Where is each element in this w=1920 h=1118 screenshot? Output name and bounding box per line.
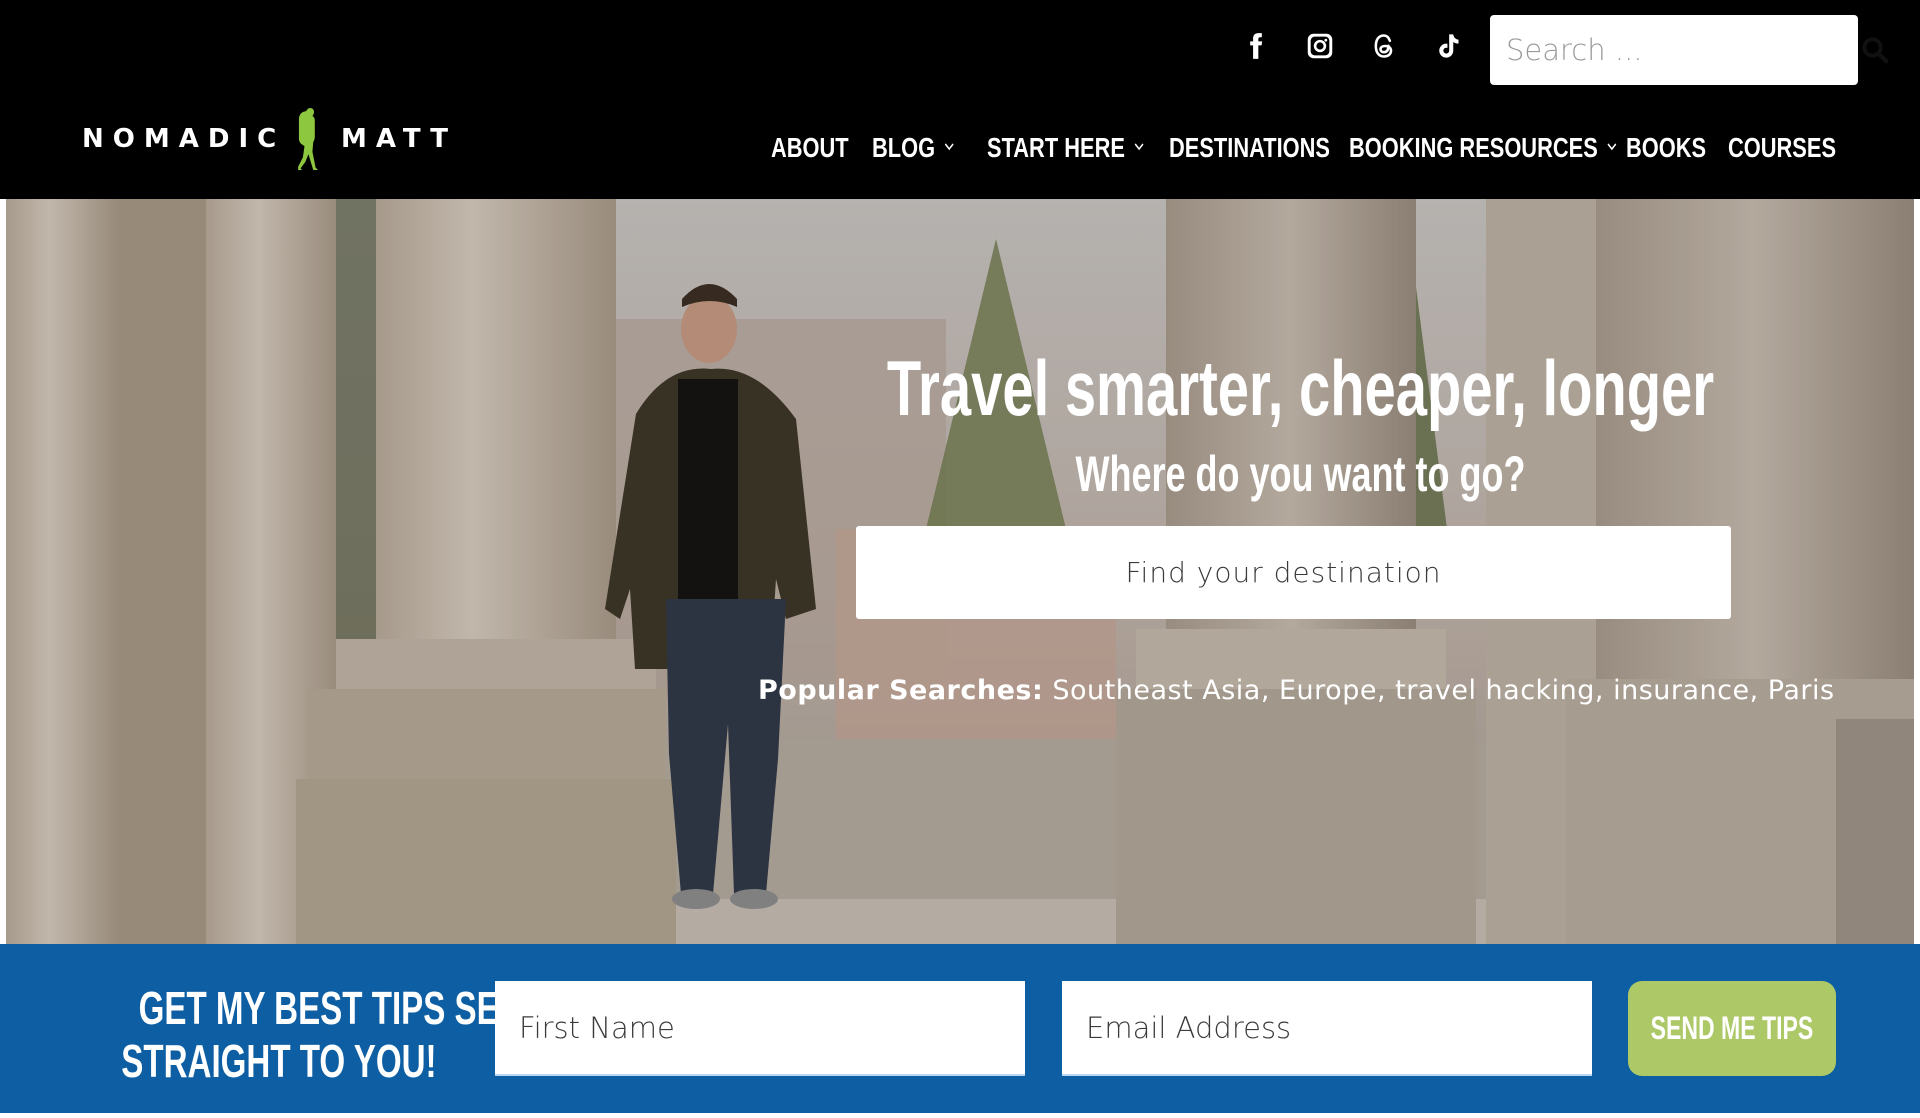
nav-label: DESTINATIONS — [1169, 132, 1330, 163]
tiktok-icon — [1439, 34, 1459, 58]
hero-title: Travel smarter, cheaper, longer — [886, 344, 1714, 432]
hero-subtitle: Where do you want to go? — [1075, 446, 1525, 502]
site-search-input[interactable] — [1490, 33, 1860, 67]
popular-search-link[interactable]: travel hacking — [1395, 675, 1595, 706]
nav-label: BOOKING RESOURCES — [1349, 132, 1598, 163]
search-icon — [1862, 37, 1889, 64]
nav-item-about[interactable]: ABOUT — [771, 128, 872, 168]
site-search — [1490, 15, 1889, 85]
newsletter-optin: GET MY BEST TIPS SENT STRAIGHT TO YOU! S… — [0, 944, 1920, 1113]
facebook-link[interactable] — [1240, 30, 1272, 62]
instagram-link[interactable] — [1304, 30, 1336, 62]
nav-item-blog[interactable]: BLOG — [872, 128, 987, 168]
instagram-icon — [1307, 33, 1333, 59]
facebook-icon — [1250, 33, 1263, 59]
nav-label: BLOG — [872, 132, 936, 163]
nav-item-courses[interactable]: COURSES — [1728, 128, 1838, 168]
site-logo[interactable]: NOMADIC MATT — [82, 98, 457, 180]
logo-word-left: NOMADIC — [82, 124, 286, 154]
hero-section: Travel smarter, cheaper, longer Where do… — [6, 199, 1914, 944]
popular-search-link[interactable]: Paris — [1768, 675, 1835, 706]
nav-label: BOOKS — [1626, 132, 1707, 163]
nav-label: COURSES — [1728, 132, 1837, 163]
tiktok-link[interactable] — [1432, 30, 1464, 62]
destination-search — [856, 526, 1731, 619]
nav-item-destinations[interactable]: DESTINATIONS — [1169, 128, 1349, 168]
popular-searches-label: Popular Searches: — [758, 675, 1044, 706]
chevron-down-icon — [944, 143, 954, 151]
popular-search-link[interactable]: Europe — [1279, 675, 1377, 706]
search-submit-button[interactable] — [1860, 15, 1890, 85]
backpacker-icon — [298, 108, 319, 170]
logo-word-right: MATT — [340, 124, 457, 154]
social-links — [1240, 30, 1464, 62]
popular-searches: Popular Searches: Southeast Asia, Europe… — [758, 675, 1835, 706]
nav-label: START HERE — [987, 132, 1125, 163]
popular-search-link[interactable]: insurance — [1613, 675, 1750, 706]
threads-link[interactable] — [1368, 30, 1400, 62]
send-me-tips-button[interactable]: SEND ME TIPS — [1628, 981, 1836, 1076]
nav-item-books[interactable]: BOOKS — [1626, 128, 1728, 168]
popular-search-link[interactable]: Southeast Asia — [1052, 675, 1260, 706]
chevron-down-icon — [1607, 143, 1617, 151]
optin-heading: GET MY BEST TIPS SENT STRAIGHT TO YOU! — [121, 982, 543, 1087]
first-name-field[interactable] — [495, 981, 1025, 1076]
destination-search-input[interactable] — [856, 526, 1731, 619]
threads-icon — [1374, 34, 1393, 58]
nav-label: ABOUT — [771, 132, 849, 163]
main-nav: ABOUT BLOG START HERE DESTINATIONS BOOKI… — [771, 128, 1838, 168]
email-field[interactable] — [1062, 981, 1592, 1076]
nav-item-booking-resources[interactable]: BOOKING RESOURCES — [1349, 128, 1626, 168]
chevron-down-icon — [1134, 143, 1144, 151]
nav-item-start-here[interactable]: START HERE — [987, 128, 1169, 168]
site-header: NOMADIC MATT ABOUT BLOG — [0, 0, 1920, 199]
